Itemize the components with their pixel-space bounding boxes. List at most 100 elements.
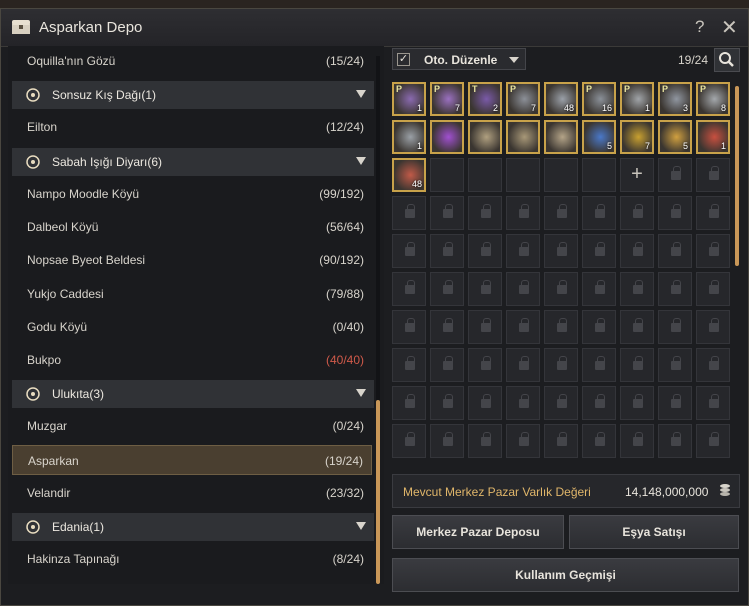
lock-icon (405, 318, 415, 332)
storage-location-item[interactable]: Nampo Moodle Köyü (99/192) (12, 179, 372, 209)
item-slot[interactable]: P3 (658, 82, 692, 116)
collapse-arrow-icon[interactable] (356, 156, 366, 165)
locked-slot (696, 234, 730, 268)
help-button[interactable]: ? (695, 17, 704, 37)
lock-icon (595, 242, 605, 256)
storage-location-item[interactable]: Velandir (23/32) (12, 478, 372, 508)
item-slot[interactable] (506, 120, 540, 154)
search-button[interactable] (714, 48, 740, 72)
locked-slot (696, 310, 730, 344)
central-market-storage-button[interactable]: Merkez Pazar Deposu (392, 515, 564, 549)
item-grade-tag: P (700, 84, 707, 94)
empty-slot[interactable] (544, 158, 578, 192)
lock-icon (405, 204, 415, 218)
location-slot-count: (19/24) (324, 453, 363, 468)
region-header[interactable]: Ulukıta(3) (12, 380, 374, 409)
storage-location-item[interactable]: Dalbeol Köyü (56/64) (12, 212, 372, 242)
close-button[interactable]: ✕ (721, 15, 738, 40)
item-slot[interactable]: 48 (392, 158, 426, 192)
location-name: Eilton (27, 120, 58, 135)
locked-slot (582, 424, 616, 458)
window-title: Asparkan Depo (39, 19, 143, 36)
item-slot[interactable]: T2 (468, 82, 502, 116)
item-slot[interactable]: 1 (392, 120, 426, 154)
region-name: Sonsuz Kış Dağı(1) (52, 88, 157, 103)
item-slot[interactable] (430, 120, 464, 154)
empty-slot[interactable] (468, 158, 502, 192)
empty-slot[interactable] (430, 158, 464, 192)
lock-icon (595, 318, 605, 332)
storage-location-item[interactable]: Godu Köyü (0/40) (12, 312, 372, 342)
empty-slot[interactable] (582, 158, 616, 192)
storage-location-list: Oquilla'nın Gözü (15/24) Sonsuz Kış Dağı(1… (8, 46, 384, 584)
region-header[interactable]: Sonsuz Kış Dağı(1) (12, 81, 374, 110)
lock-icon (633, 432, 643, 446)
lock-icon (709, 280, 719, 294)
lock-icon (481, 394, 491, 408)
collapse-arrow-icon[interactable] (356, 90, 366, 99)
add-slot-button[interactable]: + (620, 158, 654, 192)
item-grade-tag: P (586, 84, 593, 94)
auto-sort-dropdown[interactable]: ✓ Oto. Düzenle (392, 48, 526, 70)
storage-location-item[interactable]: Asparkan (19/24) (12, 444, 372, 475)
locked-slot (392, 310, 426, 344)
locked-slot (658, 348, 692, 382)
item-slot[interactable]: 1 (696, 120, 730, 154)
locked-slot (430, 272, 464, 306)
locked-slot (696, 386, 730, 420)
item-slot[interactable]: P8 (696, 82, 730, 116)
item-slot[interactable]: P7 (430, 82, 464, 116)
seal-icon (26, 154, 40, 169)
location-slot-count: (79/88) (325, 286, 364, 301)
list-scrollbar-thumb[interactable] (376, 400, 380, 584)
item-slot[interactable]: P7 (506, 82, 540, 116)
locked-slot (658, 424, 692, 458)
item-slot[interactable]: 7 (620, 120, 654, 154)
lock-icon (709, 204, 719, 218)
storage-location-item[interactable]: Eilton (12/24) (12, 112, 372, 142)
item-slot[interactable]: P1 (620, 82, 654, 116)
lock-icon (633, 318, 643, 332)
lock-icon (481, 318, 491, 332)
empty-slot[interactable] (506, 158, 540, 192)
item-grade-tag: P (396, 84, 403, 94)
location-slot-count: (12/24) (325, 120, 364, 135)
lock-icon (671, 204, 681, 218)
purple-scroll-icon (478, 90, 494, 108)
lock-icon (519, 242, 529, 256)
storage-location-item[interactable]: Yukjo Caddesi (79/88) (12, 279, 372, 309)
locked-slot (620, 272, 654, 306)
item-quantity: 8 (720, 103, 726, 113)
locked-slot (506, 234, 540, 268)
item-slot[interactable]: P1 (392, 82, 426, 116)
storage-location-item[interactable]: Muzgar (0/24) (12, 411, 372, 441)
item-slot[interactable]: 48 (544, 82, 578, 116)
auto-sort-checkbox[interactable]: ✓ (397, 53, 410, 66)
item-slot[interactable]: P 16 (582, 82, 616, 116)
lock-icon (671, 356, 681, 370)
usage-history-button[interactable]: Kullanım Geçmişi (392, 558, 739, 592)
item-slot[interactable] (544, 120, 578, 154)
locked-slot (696, 424, 730, 458)
magic-book-icon (440, 128, 456, 146)
storage-location-item[interactable]: Bukpo (40/40) (12, 345, 372, 375)
storage-location-item[interactable]: Nopsae Byeot Beldesi (90/192) (12, 245, 372, 275)
grid-scrollbar-thumb[interactable] (735, 86, 739, 266)
storage-location-item[interactable]: Oquilla'nın Gözü (15/24) (12, 46, 372, 76)
storage-location-item[interactable]: Hakinza Tapınağı (8/24) (12, 544, 372, 574)
region-header[interactable]: Sabah Işığı Diyarı(6) (12, 147, 374, 176)
region-header[interactable]: Edania(1) (12, 513, 374, 542)
item-slot[interactable] (468, 120, 502, 154)
title-bar[interactable]: Asparkan Depo ? ✕ (1, 9, 748, 47)
item-slot[interactable]: 5 (658, 120, 692, 154)
item-slot[interactable]: 5 (582, 120, 616, 154)
coral-icon (402, 128, 418, 146)
sell-item-button[interactable]: Eşya Satışı (569, 515, 739, 549)
locked-slot (620, 348, 654, 382)
collapse-arrow-icon[interactable] (356, 389, 366, 398)
lock-icon (443, 432, 453, 446)
collapse-arrow-icon[interactable] (356, 522, 366, 531)
item-quantity: 48 (411, 179, 422, 189)
purple-scroll-icon (440, 90, 456, 108)
locked-slot (430, 424, 464, 458)
